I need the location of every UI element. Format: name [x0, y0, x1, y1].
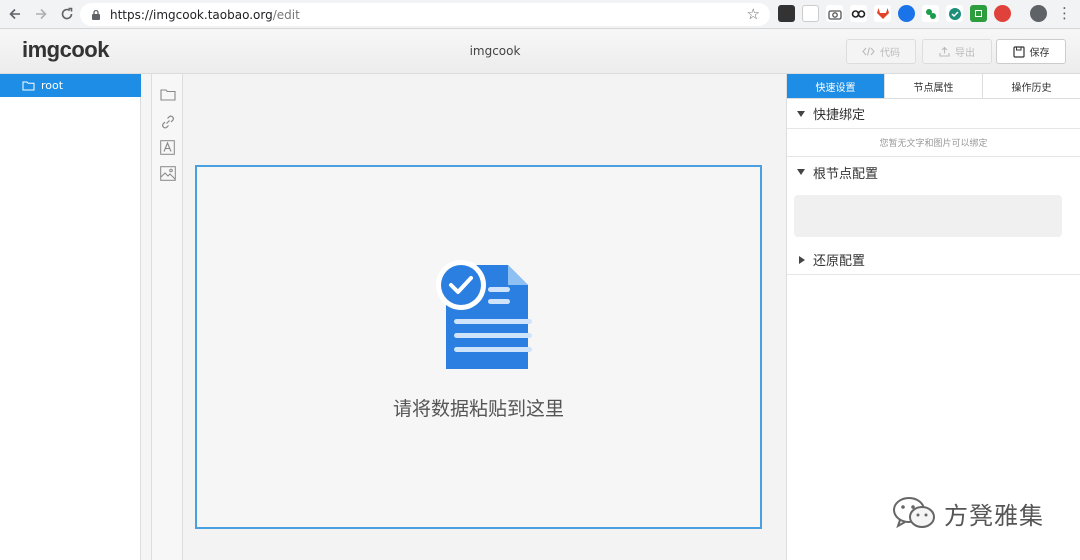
settings-tabs: 快速设置 节点属性 操作历史: [787, 74, 1080, 99]
save-button[interactable]: 保存: [996, 39, 1066, 64]
caret-down-icon: [797, 169, 805, 175]
watermark: 方凳雅集: [892, 495, 1044, 531]
bookmark-star-icon[interactable]: ☆: [747, 5, 760, 23]
page-title: imgcook: [469, 44, 521, 58]
url-host: https://imgcook.taobao.org: [110, 7, 273, 22]
lock-icon: [92, 9, 100, 20]
reload-button[interactable]: [56, 3, 78, 25]
browser-toolbar: https://imgcook.taobao.org/edit ☆ ⋮: [0, 0, 1080, 29]
text-tool[interactable]: [159, 139, 176, 156]
export-button-label: 导出: [955, 48, 975, 59]
extension-timer-icon[interactable]: [802, 5, 819, 22]
back-arrow-icon: [9, 8, 20, 20]
link-tool[interactable]: [159, 113, 176, 130]
tree-item-label: root: [41, 79, 64, 92]
layer-tree-panel: root: [0, 74, 141, 560]
design-canvas: 请将数据粘贴到这里: [183, 74, 786, 560]
extension-qr-icon[interactable]: [778, 5, 795, 22]
section-restore-config[interactable]: 还原配置: [787, 245, 1080, 275]
paste-drop-zone[interactable]: 请将数据粘贴到这里: [195, 165, 762, 529]
watermark-text: 方凳雅集: [944, 501, 1044, 530]
quick-bind-hint: 您暂无文字和图片可以绑定: [787, 129, 1080, 157]
extension-blue-icon[interactable]: [898, 5, 915, 22]
address-bar[interactable]: https://imgcook.taobao.org/edit ☆: [80, 3, 770, 26]
section-root-config-title: 根节点配置: [813, 166, 879, 182]
reload-icon: [61, 7, 73, 20]
save-floppy-icon: [1012, 45, 1025, 58]
forward-button[interactable]: [30, 3, 52, 25]
link-icon: [161, 115, 174, 128]
extension-green-icon[interactable]: [922, 5, 939, 22]
tree-item-root[interactable]: root: [0, 74, 141, 97]
save-button-label: 保存: [1029, 48, 1050, 59]
document-check-icon: [436, 260, 532, 369]
tab-history[interactable]: 操作历史: [983, 74, 1080, 98]
root-config-body: [794, 195, 1062, 237]
extension-camera-icon[interactable]: [826, 5, 843, 22]
settings-panel: 快速设置 节点属性 操作历史 快捷绑定 您暂无文字和图片可以绑定 根节点配置 还…: [786, 74, 1080, 560]
code-icon: [862, 47, 875, 56]
browser-menu-icon[interactable]: ⋮: [1057, 5, 1072, 22]
drop-zone-hint: 请将数据粘贴到这里: [392, 398, 564, 420]
code-button[interactable]: 代码: [846, 39, 916, 64]
forward-arrow-icon: [36, 8, 47, 20]
section-restore-config-title: 还原配置: [813, 254, 866, 269]
export-button[interactable]: 导出: [922, 39, 992, 64]
wechat-icon: [893, 497, 935, 529]
extension-link-icon[interactable]: [850, 5, 867, 22]
caret-down-icon: [797, 110, 805, 117]
image-icon: [159, 166, 176, 181]
folder-outline-icon: [159, 89, 176, 101]
extension-red-icon[interactable]: [994, 5, 1011, 22]
export-icon: [939, 46, 950, 57]
text-icon: [160, 140, 175, 155]
profile-avatar[interactable]: [1030, 5, 1047, 22]
tab-node-properties[interactable]: 节点属性: [885, 74, 983, 98]
tab-quick-settings[interactable]: 快速设置: [787, 74, 885, 98]
section-quick-bind-title: 快捷绑定: [813, 108, 866, 123]
image-tool[interactable]: [159, 165, 176, 182]
extension-teal-icon[interactable]: [946, 5, 963, 22]
back-button[interactable]: [4, 3, 26, 25]
url-path: /edit: [272, 7, 300, 22]
container-tool[interactable]: [159, 86, 176, 103]
section-root-config[interactable]: 根节点配置: [787, 157, 1080, 187]
section-quick-bind[interactable]: 快捷绑定: [787, 99, 1080, 129]
extensions-bar: [778, 5, 1011, 22]
extension-square-icon[interactable]: [970, 5, 987, 22]
folder-icon: [22, 81, 35, 91]
app-header: imgcook imgcook 代码 导出 保存: [0, 30, 1080, 74]
caret-right-icon: [799, 255, 805, 264]
extension-gitlab-icon[interactable]: [874, 5, 891, 22]
component-toolbar: [151, 74, 183, 560]
code-button-label: 代码: [880, 48, 900, 59]
